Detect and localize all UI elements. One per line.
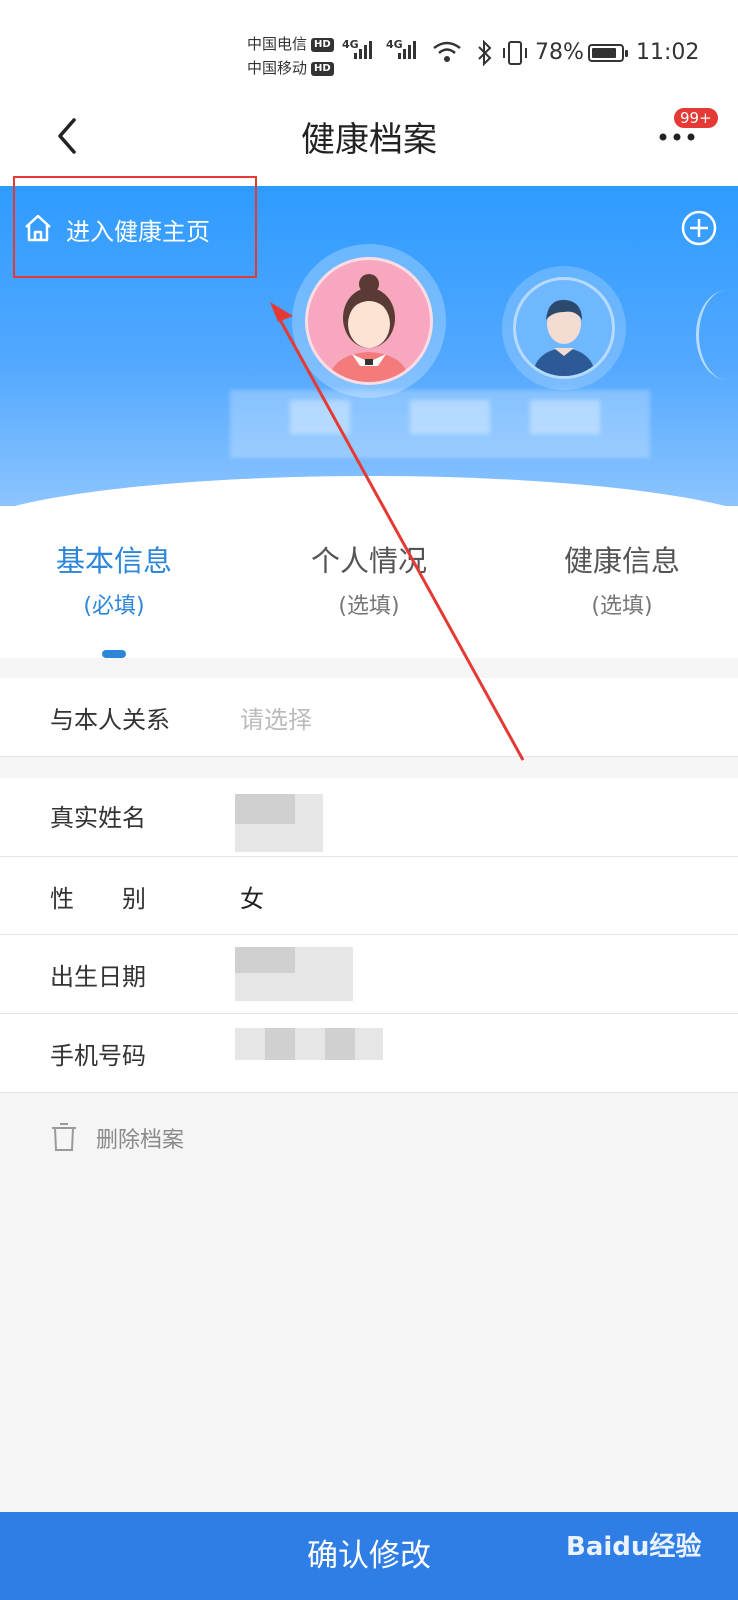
battery-icon (588, 44, 628, 62)
delete-archive-label: 删除档案 (96, 1128, 185, 1153)
female-avatar-icon (328, 274, 410, 382)
battery-percent: 78% (535, 40, 584, 65)
annotation-highlight-box (13, 176, 257, 278)
male-avatar-icon (532, 299, 596, 376)
tab-personal[interactable]: 个人情况 (选填) (249, 538, 489, 620)
blurred-name (230, 390, 650, 458)
carrier-info: 中国电信 HD 中国移动 HD (247, 32, 334, 80)
tab-basic-info-sub: (必填) (83, 594, 145, 619)
trash-icon (52, 1123, 76, 1151)
vibrate-icon (503, 41, 527, 65)
relation-label: 与本人关系 (50, 706, 170, 734)
carrier-2: 中国移动 (247, 59, 308, 77)
banner-wave (0, 476, 738, 506)
notification-badge: 99+ (672, 106, 720, 130)
tab-indicator (102, 650, 126, 658)
name-value-blurred[interactable] (235, 794, 323, 852)
wifi-icon (433, 41, 461, 62)
gender-row[interactable]: 性 别 女 (0, 857, 738, 934)
tab-health-info[interactable]: 健康信息 (选填) (502, 538, 738, 620)
avatar-female[interactable] (292, 244, 446, 398)
phone-label: 手机号码 (50, 1042, 146, 1070)
relation-select[interactable]: 请选择 (240, 700, 312, 735)
tab-health-info-label: 健康信息 (563, 544, 680, 578)
birth-row[interactable]: 出生日期 (0, 935, 738, 1013)
tab-basic-info-label: 基本信息 (55, 544, 172, 578)
signal-icon-1 (354, 40, 374, 59)
clock: 11:02 (636, 40, 700, 65)
add-member-icon[interactable] (681, 210, 717, 246)
birth-label: 出生日期 (50, 963, 146, 991)
tab-personal-sub: (选填) (338, 594, 400, 619)
name-label: 真实姓名 (50, 804, 146, 832)
baidu-watermark: Baidu经验 (566, 1532, 702, 1562)
relation-row[interactable]: 与本人关系 请选择 (0, 678, 738, 756)
phone-row[interactable]: 手机号码 (0, 1014, 738, 1092)
tab-personal-label: 个人情况 (310, 544, 427, 578)
hd-badge-1: HD (311, 37, 334, 52)
bluetooth-icon (478, 40, 492, 66)
gender-value[interactable]: 女 (240, 879, 264, 914)
gender-label: 性 别 (50, 885, 146, 913)
hd-badge-2: HD (311, 61, 334, 76)
page-title: 健康档案 (301, 120, 437, 160)
phone-value-blurred[interactable] (235, 1028, 383, 1060)
carrier-1: 中国电信 (247, 35, 308, 53)
tab-health-info-sub: (选填) (591, 594, 653, 619)
signal-icon-2 (398, 40, 418, 59)
avatar-male[interactable] (502, 266, 626, 390)
name-row[interactable]: 真实姓名 (0, 778, 738, 856)
birth-value-blurred[interactable] (235, 947, 353, 1001)
tab-basic-info[interactable]: 基本信息 (必填) (0, 538, 234, 620)
